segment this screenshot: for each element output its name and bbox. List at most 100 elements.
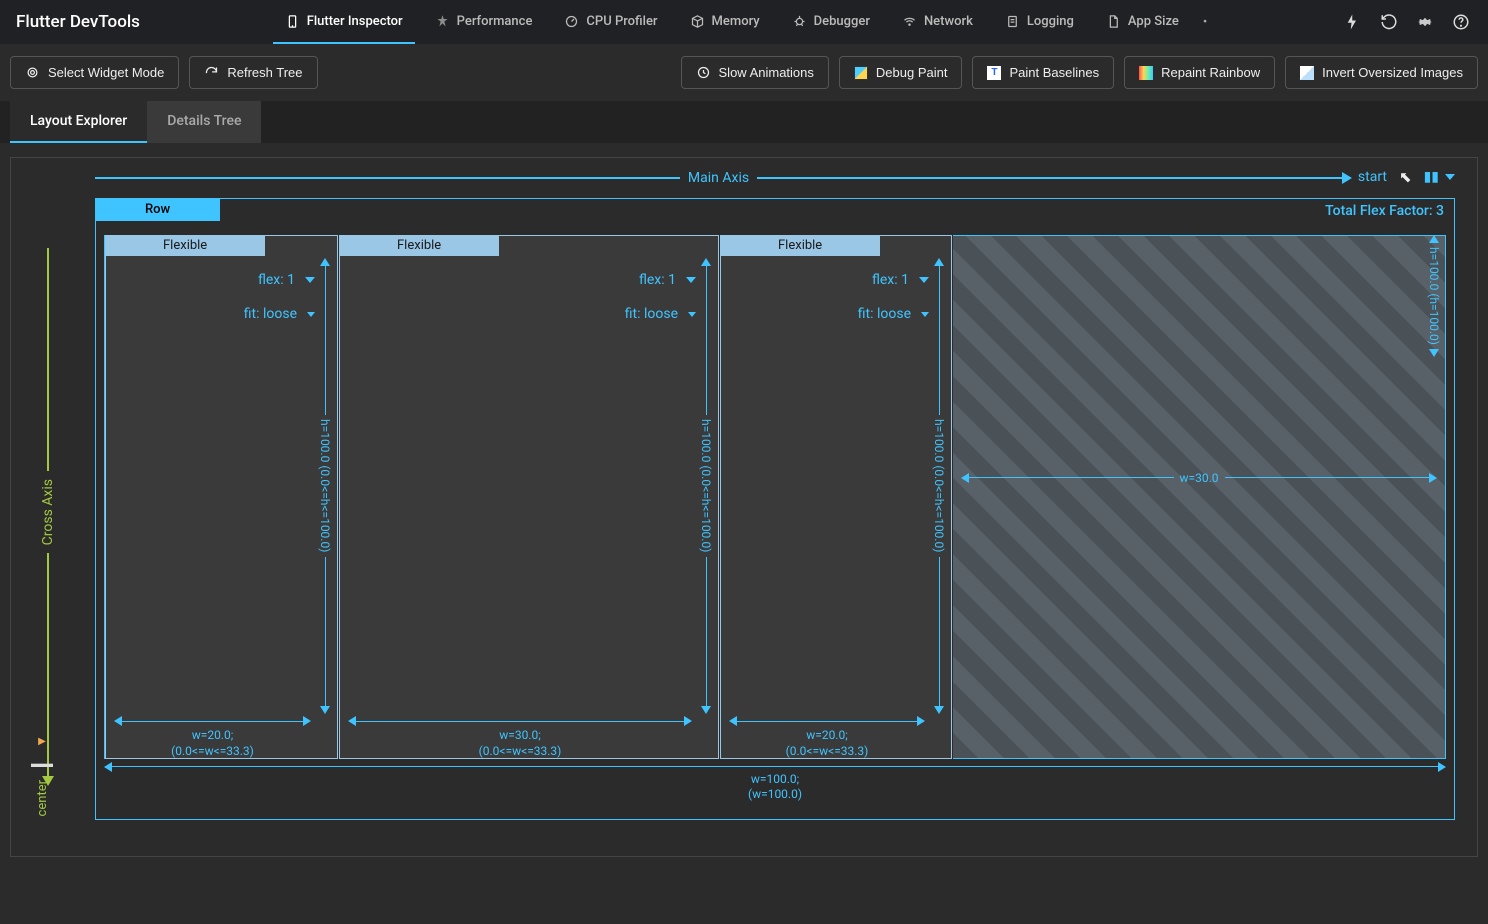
button-label: Debug Paint: [876, 65, 948, 80]
main-axis-indicator: Main Axis: [95, 170, 1352, 186]
repaint-rainbow-button[interactable]: Repaint Rainbow: [1124, 56, 1275, 89]
gear-icon[interactable]: [1416, 13, 1434, 31]
gauge-icon: [564, 14, 579, 29]
nav-performance[interactable]: Performance: [423, 0, 545, 44]
debug-paint-icon: [854, 66, 868, 80]
tab-layout-explorer[interactable]: Layout Explorer: [10, 101, 147, 143]
nav-label: App Size: [1128, 14, 1179, 29]
flex-dropdown[interactable]: flex: 1: [258, 272, 315, 288]
top-right-actions: [1344, 13, 1478, 31]
restore-icon[interactable]: [1380, 13, 1398, 31]
cross-axis-alignment-dropdown[interactable]: center: [35, 780, 50, 816]
layout-explorer-panel: Main Axis start ⬉ ▮▮ Cross Axis ▶ ▬▬ cen…: [10, 157, 1478, 857]
nav-label: CPU Profiler: [586, 14, 657, 29]
nav-logging[interactable]: Logging: [993, 0, 1086, 44]
button-label: Refresh Tree: [227, 65, 302, 80]
flex-child-0[interactable]: Flexible flex: 1 fit: loose h=100.0 (0.0…: [105, 235, 338, 759]
cursor-icon: ⬉: [1399, 168, 1412, 186]
nav-cpu-profiler[interactable]: CPU Profiler: [552, 0, 669, 44]
nav-flutter-inspector[interactable]: Flutter Inspector: [273, 0, 415, 44]
flex-dropdown[interactable]: flex: 1: [872, 272, 929, 288]
bug-icon: [792, 14, 807, 29]
help-icon[interactable]: [1452, 13, 1470, 31]
nav-label: Network: [924, 14, 973, 29]
free-space-region: w=30.0: [953, 235, 1445, 759]
nav-app-size[interactable]: App Size: [1094, 0, 1191, 44]
nav-label: Logging: [1027, 14, 1074, 29]
button-label: Repaint Rainbow: [1161, 65, 1260, 80]
play-icon[interactable]: ▶: [38, 736, 46, 747]
flex-child-1[interactable]: Flexible flex: 1 fit: loose h=100.0 (0.0…: [339, 235, 719, 759]
row-container: Row Total Flex Factor: 3 Flexible flex: …: [95, 198, 1455, 820]
fit-dropdown[interactable]: fit: loose: [858, 306, 929, 322]
app-title: Flutter DevTools: [10, 12, 140, 32]
nav-label: Flutter Inspector: [307, 14, 403, 29]
align-glyph-icon: ▮▮: [1424, 169, 1439, 185]
nav-overflow[interactable]: •: [1199, 15, 1211, 30]
row-body: Flexible flex: 1 fit: loose h=100.0 (0.0…: [104, 235, 1446, 759]
top-nav: Flutter Inspector Performance CPU Profil…: [140, 0, 1344, 44]
main-axis-label: Main Axis: [680, 170, 757, 186]
container-width-indicator: w=100.0;(w=100.0): [104, 762, 1446, 803]
child-type-label: Flexible: [339, 235, 499, 256]
image-icon: [1300, 66, 1314, 80]
tab-details-tree[interactable]: Details Tree: [147, 101, 261, 143]
select-widget-mode-button[interactable]: Select Widget Mode: [10, 56, 179, 89]
slow-animations-button[interactable]: Slow Animations: [681, 56, 829, 89]
row-widget-label[interactable]: Row: [95, 198, 220, 221]
nav-debugger[interactable]: Debugger: [780, 0, 882, 44]
cross-axis-indicator: Cross Axis: [39, 248, 57, 786]
align-icon[interactable]: ▬▬: [31, 757, 53, 770]
button-label: Select Widget Mode: [48, 65, 164, 80]
paint-baselines-button[interactable]: T Paint Baselines: [972, 56, 1114, 89]
refresh-tree-button[interactable]: Refresh Tree: [189, 56, 317, 89]
inspector-toolbar: Select Widget Mode Refresh Tree Slow Ani…: [0, 44, 1488, 101]
invert-oversized-button[interactable]: Invert Oversized Images: [1285, 56, 1478, 89]
cross-axis-alignment-control: ▶ ▬▬ center: [31, 736, 53, 816]
main-axis-alignment-dropdown[interactable]: start: [1358, 169, 1387, 185]
child-type-label: Flexible: [105, 235, 265, 256]
button-label: Paint Baselines: [1009, 65, 1099, 80]
free-space-width: w=30.0: [961, 471, 1437, 485]
height-indicator: h=100.0 (0.0<=h<=100.0): [317, 258, 333, 714]
child-type-label: Flexible: [720, 235, 880, 256]
nav-network[interactable]: Network: [890, 0, 985, 44]
dropdown-value: start: [1358, 169, 1387, 185]
fit-dropdown[interactable]: fit: loose: [244, 306, 315, 322]
baselines-icon: T: [987, 66, 1001, 80]
refresh-icon: [204, 65, 219, 80]
flex-controls: flex: 1 fit: loose: [244, 272, 315, 322]
width-indicator: w=20.0;(0.0<=w<=33.3): [729, 716, 925, 752]
rainbow-icon: [1139, 66, 1153, 80]
nav-label: Debugger: [814, 14, 870, 29]
main-axis-alignment-selector[interactable]: ▮▮: [1424, 169, 1455, 185]
nav-label: Performance: [457, 14, 533, 29]
fit-dropdown[interactable]: fit: loose: [625, 306, 696, 322]
flex-controls: flex: 1 fit: loose: [625, 272, 696, 322]
flex-controls: flex: 1 fit: loose: [858, 272, 929, 322]
cross-axis-label: Cross Axis: [40, 471, 56, 553]
target-icon: [25, 65, 40, 80]
package-icon: [690, 14, 705, 29]
height-indicator: h=100.0 (0.0<=h<=100.0): [698, 258, 714, 714]
file-icon: [1106, 14, 1121, 29]
button-label: Invert Oversized Images: [1322, 65, 1463, 80]
width-indicator: w=20.0;(0.0<=w<=33.3): [114, 716, 311, 752]
flex-dropdown[interactable]: flex: 1: [639, 272, 696, 288]
nav-label: Memory: [712, 14, 760, 29]
clock-icon: [696, 65, 711, 80]
nav-memory[interactable]: Memory: [678, 0, 772, 44]
clipboard-icon: [1005, 14, 1020, 29]
spark-icon: [435, 14, 450, 29]
phone-icon: [285, 14, 300, 29]
height-indicator: h=100.0 (0.0<=h<=100.0): [931, 258, 947, 714]
main-axis-alignment-control: start ⬉ ▮▮: [1358, 168, 1455, 186]
debug-paint-button[interactable]: Debug Paint: [839, 56, 963, 89]
wifi-icon: [902, 14, 917, 29]
total-flex-factor: Total Flex Factor: 3: [1325, 203, 1444, 219]
width-indicator: w=30.0;(0.0<=w<=33.3): [348, 716, 692, 752]
top-bar: Flutter DevTools Flutter Inspector Perfo…: [0, 0, 1488, 44]
bolt-icon[interactable]: [1344, 13, 1362, 31]
inspector-tabs: Layout Explorer Details Tree: [0, 101, 1488, 143]
flex-child-2[interactable]: Flexible flex: 1 fit: loose h=100.0 (0.0…: [720, 235, 952, 759]
